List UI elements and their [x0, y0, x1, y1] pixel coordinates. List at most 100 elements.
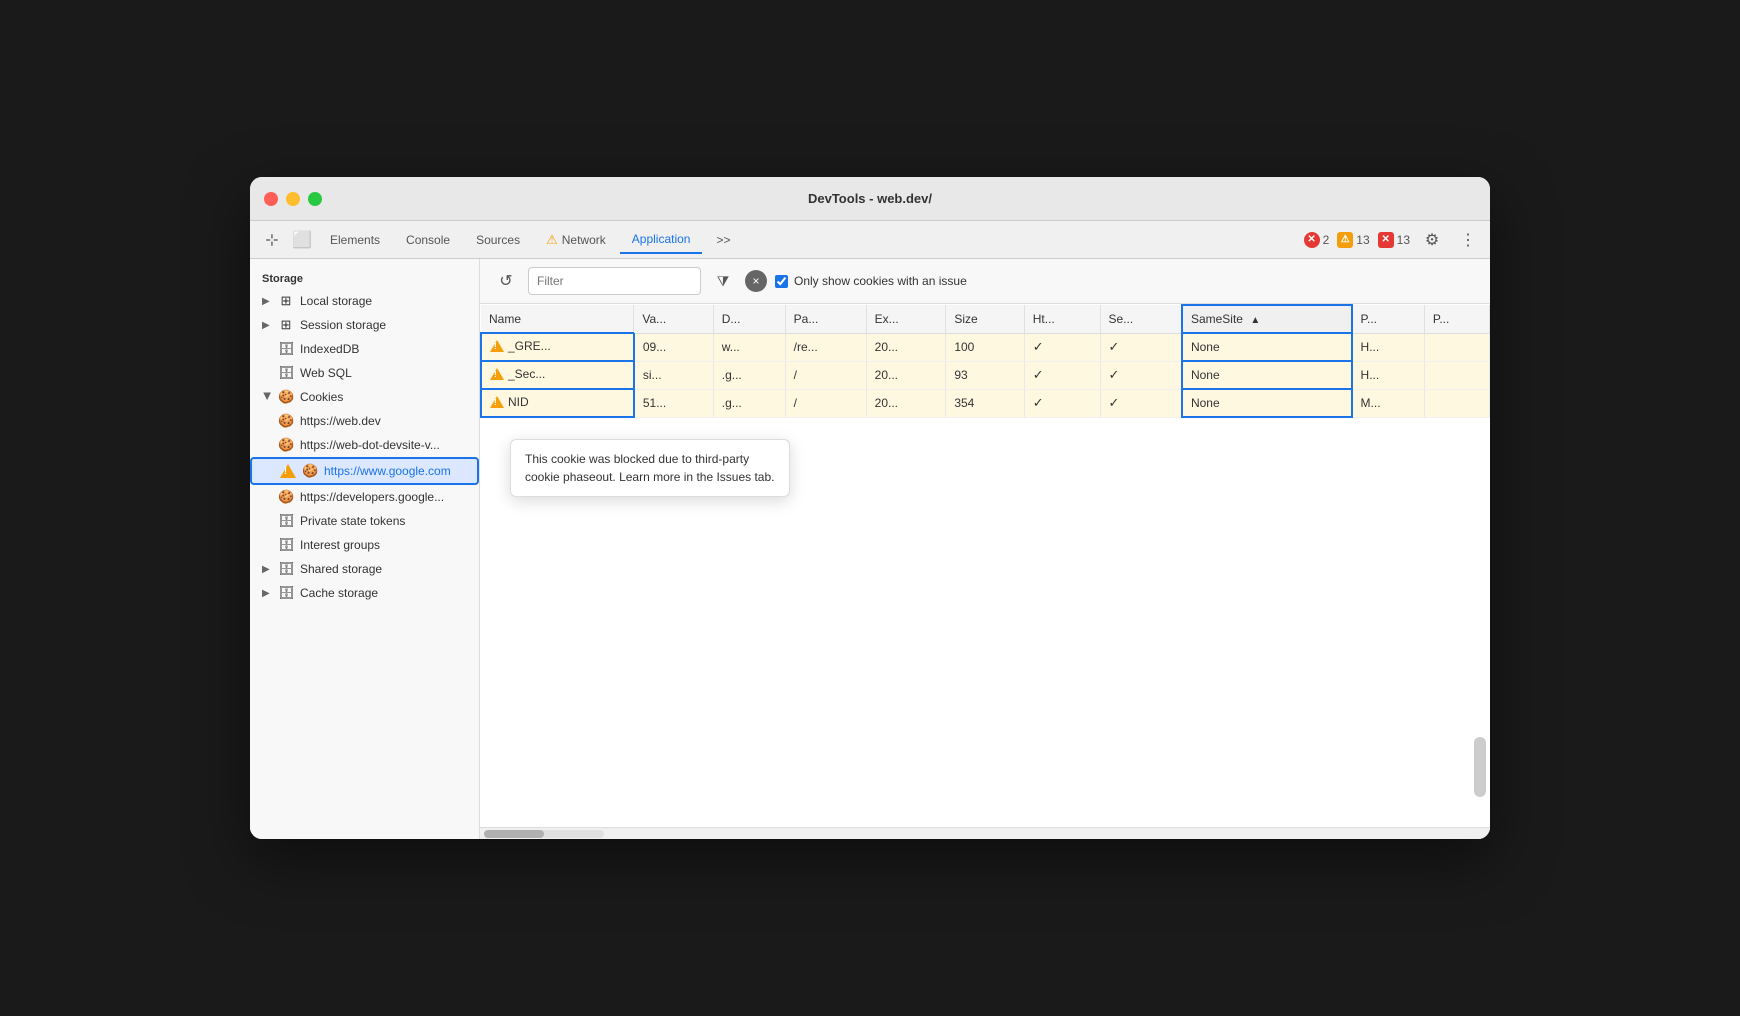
cookies-table: Name Va... D... Pa... Ex... Size Ht... S… — [480, 304, 1490, 418]
cell-httponly: ✓ — [1024, 333, 1100, 361]
filter-funnel-button[interactable]: ⧩ — [709, 267, 737, 295]
col-priority[interactable]: P... — [1352, 305, 1425, 333]
db-icon: 🗄 — [278, 561, 294, 577]
cell-size: 93 — [946, 361, 1024, 389]
tab-application[interactable]: Application — [620, 226, 703, 254]
table-header-row: Name Va... D... Pa... Ex... Size Ht... S… — [481, 305, 1490, 333]
col-httponly[interactable]: Ht... — [1024, 305, 1100, 333]
clear-icon: × — [752, 274, 759, 288]
tab-network[interactable]: ⚠ Network — [534, 226, 618, 254]
settings-button[interactable]: ⚙ — [1418, 226, 1446, 254]
device-icon[interactable]: ⬜ — [288, 226, 316, 254]
sidebar-item-cookie-webdev[interactable]: 🍪 https://web.dev — [250, 409, 479, 433]
db-icon: 🗄 — [278, 537, 294, 553]
sidebar-section-storage: Storage — [250, 267, 479, 289]
cursor-icon[interactable]: ⊹ — [258, 226, 286, 254]
col-size[interactable]: Size — [946, 305, 1024, 333]
cell-priority: H... — [1352, 361, 1425, 389]
titlebar: DevTools - web.dev/ — [250, 177, 1490, 221]
cell-path: /re... — [785, 333, 866, 361]
cookie-icon: 🍪 — [278, 413, 294, 429]
close-button[interactable] — [264, 192, 278, 206]
cell-samesite: None — [1182, 333, 1352, 361]
cell-samesite: None — [1182, 361, 1352, 389]
filter-input[interactable] — [528, 267, 701, 295]
db-icon: 🗄 — [278, 513, 294, 529]
storage-icon: ⊞ — [278, 293, 294, 309]
sidebar-item-cookie-google[interactable]: 🍪 https://www.google.com — [250, 457, 479, 485]
error-icon: ✕ — [1304, 232, 1320, 248]
table-row[interactable]: ! _GRE... 09... w... /re... 20... 100 ✓ — [481, 333, 1490, 361]
arrow-icon: ▶ — [262, 320, 272, 331]
maximize-button[interactable] — [308, 192, 322, 206]
col-path[interactable]: Pa... — [785, 305, 866, 333]
sidebar-item-cookie-devgoogle[interactable]: 🍪 https://developers.google... — [250, 485, 479, 509]
db-icon: 🗄 — [278, 365, 294, 381]
tab-sources[interactable]: Sources — [464, 226, 532, 254]
issues-only-checkbox[interactable] — [775, 275, 788, 288]
cell-size: 100 — [946, 333, 1024, 361]
sidebar-item-cookie-webdotdevsite[interactable]: 🍪 https://web-dot-devsite-v... — [250, 433, 479, 457]
warn-triangle-icon: ! — [490, 396, 504, 408]
col-partitioned[interactable]: P... — [1424, 305, 1489, 333]
traffic-lights — [264, 192, 322, 206]
cell-httponly: ✓ — [1024, 389, 1100, 417]
cell-warn: ! _GRE... — [481, 333, 634, 361]
cell-httponly: ✓ — [1024, 361, 1100, 389]
sidebar-item-local-storage[interactable]: ▶ ⊞ Local storage — [250, 289, 479, 313]
cell-domain: .g... — [713, 389, 785, 417]
filter-clear-button[interactable]: × — [745, 270, 767, 292]
cell-partitioned — [1424, 389, 1489, 417]
scrollbar-track — [484, 830, 604, 838]
cell-priority: M... — [1352, 389, 1425, 417]
more-options-button[interactable]: ⋮ — [1454, 226, 1482, 254]
db-icon: 🗄 — [278, 341, 294, 357]
error-badge[interactable]: ✕ 2 — [1304, 232, 1330, 248]
arrow-icon: ▶ — [262, 296, 272, 307]
refresh-button[interactable]: ↺ — [492, 267, 520, 295]
sidebar-item-session-storage[interactable]: ▶ ⊞ Session storage — [250, 313, 479, 337]
tab-elements[interactable]: Elements — [318, 226, 392, 254]
col-secure[interactable]: Se... — [1100, 305, 1182, 333]
scroll-indicator[interactable] — [1474, 737, 1486, 797]
warn-triangle-icon: ! — [490, 368, 504, 380]
tab-right-actions: ✕ 2 ⚠ 13 ✕ 13 ⚙ ⋮ — [1304, 226, 1482, 254]
sidebar-item-cookies[interactable]: ▶ 🍪 Cookies — [250, 385, 479, 409]
sidebar-item-indexeddb[interactable]: ▶ 🗄 IndexedDB — [250, 337, 479, 361]
cell-secure: ✓ — [1100, 333, 1182, 361]
info-icon: ✕ — [1378, 232, 1394, 248]
sidebar-item-private-tokens[interactable]: ▶ 🗄 Private state tokens — [250, 509, 479, 533]
funnel-icon: ⧩ — [717, 273, 730, 290]
warning-badge[interactable]: ⚠ 13 — [1337, 232, 1369, 248]
table-row[interactable]: ! NID 51... .g... / 20... 354 ✓ ✓ — [481, 389, 1490, 417]
cell-path: / — [785, 361, 866, 389]
scrollbar-thumb[interactable] — [484, 830, 544, 838]
devtools-window: DevTools - web.dev/ ⊹ ⬜ Elements Console… — [250, 177, 1490, 839]
sidebar-item-cache-storage[interactable]: ▶ 🗄 Cache storage — [250, 581, 479, 605]
issues-only-checkbox-label[interactable]: Only show cookies with an issue — [775, 274, 967, 288]
warn-triangle-icon: ! — [490, 340, 504, 352]
sidebar-item-web-sql[interactable]: ▶ 🗄 Web SQL — [250, 361, 479, 385]
tab-console[interactable]: Console — [394, 226, 462, 254]
horizontal-scrollbar[interactable] — [480, 827, 1490, 839]
col-value[interactable]: Va... — [634, 305, 713, 333]
arrow-icon: ▶ — [262, 588, 272, 599]
cell-value: 09... — [634, 333, 713, 361]
info-badge[interactable]: ✕ 13 — [1378, 232, 1410, 248]
tab-more[interactable]: >> — [704, 226, 742, 254]
cell-partitioned — [1424, 361, 1489, 389]
col-samesite[interactable]: SameSite ▲ — [1182, 305, 1352, 333]
cell-secure: ✓ — [1100, 389, 1182, 417]
table-row[interactable]: ! _Sec... si... .g... / 20... 93 ✓ — [481, 361, 1490, 389]
cell-priority: H... — [1352, 333, 1425, 361]
cookie-blocked-tooltip: This cookie was blocked due to third-par… — [510, 439, 790, 497]
storage-icon: ⊞ — [278, 317, 294, 333]
col-expires[interactable]: Ex... — [866, 305, 946, 333]
network-warn-icon: ⚠ — [546, 232, 558, 248]
minimize-button[interactable] — [286, 192, 300, 206]
sidebar-item-interest-groups[interactable]: ▶ 🗄 Interest groups — [250, 533, 479, 557]
cell-expires: 20... — [866, 389, 946, 417]
col-domain[interactable]: D... — [713, 305, 785, 333]
sidebar-item-shared-storage[interactable]: ▶ 🗄 Shared storage — [250, 557, 479, 581]
col-name[interactable]: Name — [481, 305, 634, 333]
